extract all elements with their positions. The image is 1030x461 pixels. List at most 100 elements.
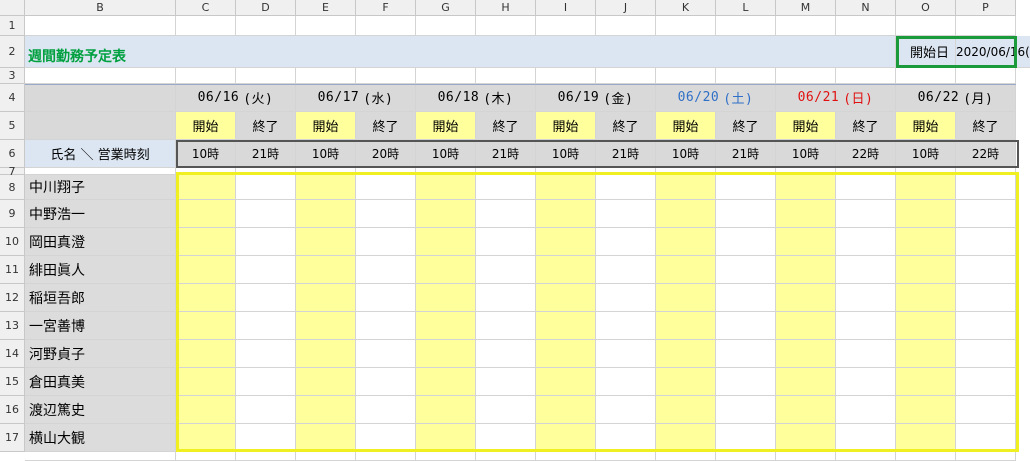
row-header-11[interactable]: 11	[0, 256, 25, 284]
start-label-2[interactable]: 開始	[416, 112, 476, 140]
employee-name[interactable]: 緋田眞人	[25, 256, 176, 284]
cell-I1[interactable]	[536, 16, 596, 36]
cell-N1[interactable]	[836, 16, 896, 36]
schedule-cell[interactable]	[596, 175, 656, 200]
column-header-J[interactable]: J	[596, 0, 656, 16]
row-header-7[interactable]: 7	[0, 165, 25, 178]
end-time-0[interactable]: 21時	[236, 140, 296, 168]
schedule-cell[interactable]	[956, 200, 1016, 228]
schedule-cell[interactable]	[836, 284, 896, 312]
day-header-06-16[interactable]: 06/16 (火)	[176, 84, 296, 112]
cell-M3[interactable]	[776, 68, 836, 84]
schedule-cell[interactable]	[776, 284, 836, 312]
schedule-cell[interactable]	[476, 396, 536, 424]
start-time-0[interactable]: 10時	[176, 140, 236, 168]
day-header-06-17[interactable]: 06/17 (水)	[296, 84, 416, 112]
cell-J7[interactable]	[596, 168, 656, 175]
row-header-10[interactable]: 10	[0, 228, 25, 256]
end-time-6[interactable]: 22時	[956, 140, 1016, 168]
schedule-cell[interactable]	[716, 424, 776, 452]
cell-C1[interactable]	[176, 16, 236, 36]
schedule-cell[interactable]	[776, 175, 836, 200]
schedule-cell[interactable]	[836, 396, 896, 424]
cell-D7[interactable]	[236, 168, 296, 175]
schedule-cell[interactable]	[536, 396, 596, 424]
schedule-cell[interactable]	[476, 284, 536, 312]
schedule-cell[interactable]	[356, 312, 416, 340]
column-header-L[interactable]: L	[716, 0, 776, 16]
schedule-cell[interactable]	[176, 396, 236, 424]
row-header-17[interactable]: 17	[0, 424, 25, 452]
schedule-cell[interactable]	[356, 424, 416, 452]
start-time-3[interactable]: 10時	[536, 140, 596, 168]
schedule-cell[interactable]	[476, 424, 536, 452]
column-header-B[interactable]: B	[25, 0, 176, 16]
column-header-M[interactable]: M	[776, 0, 836, 16]
cell-B18[interactable]	[25, 452, 176, 461]
schedule-cell[interactable]	[896, 340, 956, 368]
cell-G3[interactable]	[416, 68, 476, 84]
column-header-F[interactable]: F	[356, 0, 416, 16]
schedule-cell[interactable]	[236, 312, 296, 340]
start-time-2[interactable]: 10時	[416, 140, 476, 168]
schedule-cell[interactable]	[416, 340, 476, 368]
cell-L1[interactable]	[716, 16, 776, 36]
schedule-cell[interactable]	[296, 256, 356, 284]
employee-name[interactable]: 中野浩一	[25, 200, 176, 228]
cell-K1[interactable]	[656, 16, 716, 36]
schedule-cell[interactable]	[596, 312, 656, 340]
column-header-E[interactable]: E	[296, 0, 356, 16]
end-label-0[interactable]: 終了	[236, 112, 296, 140]
schedule-cell[interactable]	[656, 175, 716, 200]
schedule-cell[interactable]	[536, 340, 596, 368]
name-time-header[interactable]: 氏名 ＼ 営業時刻	[25, 140, 176, 168]
schedule-cell[interactable]	[536, 256, 596, 284]
cell-H18[interactable]	[476, 452, 536, 461]
cell-M1[interactable]	[776, 16, 836, 36]
schedule-cell[interactable]	[956, 368, 1016, 396]
schedule-cell[interactable]	[776, 368, 836, 396]
schedule-cell[interactable]	[476, 312, 536, 340]
schedule-cell[interactable]	[296, 368, 356, 396]
schedule-cell[interactable]	[656, 396, 716, 424]
cell-E3[interactable]	[296, 68, 356, 84]
start-label-3[interactable]: 開始	[536, 112, 596, 140]
schedule-cell[interactable]	[536, 175, 596, 200]
schedule-cell[interactable]	[956, 312, 1016, 340]
schedule-cell[interactable]	[716, 284, 776, 312]
day-header-06-20[interactable]: 06/20 (土)	[656, 84, 776, 112]
start-time-5[interactable]: 10時	[776, 140, 836, 168]
schedule-cell[interactable]	[836, 368, 896, 396]
end-label-2[interactable]: 終了	[476, 112, 536, 140]
row-header-15[interactable]: 15	[0, 368, 25, 396]
schedule-cell[interactable]	[896, 424, 956, 452]
schedule-cell[interactable]	[416, 228, 476, 256]
schedule-cell[interactable]	[716, 340, 776, 368]
schedule-cell[interactable]	[536, 200, 596, 228]
cell-D18[interactable]	[236, 452, 296, 461]
schedule-cell[interactable]	[236, 200, 296, 228]
schedule-cell[interactable]	[596, 340, 656, 368]
schedule-cell[interactable]	[476, 340, 536, 368]
cell-B7[interactable]	[25, 168, 176, 175]
schedule-cell[interactable]	[716, 312, 776, 340]
schedule-cell[interactable]	[416, 312, 476, 340]
schedule-cell[interactable]	[236, 368, 296, 396]
cell-L3[interactable]	[716, 68, 776, 84]
schedule-cell[interactable]	[776, 424, 836, 452]
end-label-3[interactable]: 終了	[596, 112, 656, 140]
end-time-3[interactable]: 21時	[596, 140, 656, 168]
schedule-cell[interactable]	[296, 200, 356, 228]
schedule-cell[interactable]	[716, 368, 776, 396]
schedule-cell[interactable]	[416, 200, 476, 228]
cell-G18[interactable]	[416, 452, 476, 461]
cell-J1[interactable]	[596, 16, 656, 36]
day-header-06-18[interactable]: 06/18 (木)	[416, 84, 536, 112]
column-header-K[interactable]: K	[656, 0, 716, 16]
cell-P3[interactable]	[956, 68, 1016, 84]
cell-J3[interactable]	[596, 68, 656, 84]
employee-name[interactable]: 稲垣吾郎	[25, 284, 176, 312]
name-header-blank-5[interactable]	[25, 112, 176, 140]
schedule-cell[interactable]	[416, 284, 476, 312]
schedule-cell[interactable]	[236, 284, 296, 312]
